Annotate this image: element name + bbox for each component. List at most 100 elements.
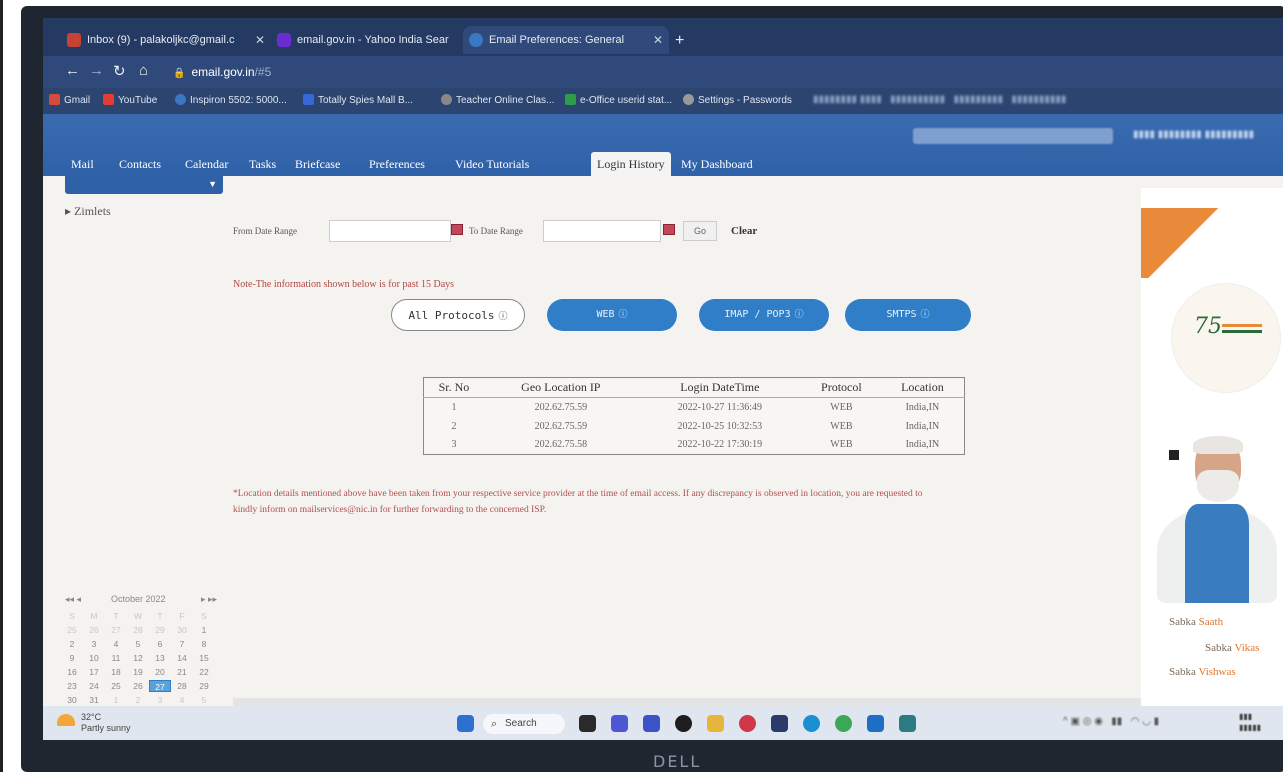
tab-login-history[interactable]: Login History [591,152,671,176]
calendar-day[interactable]: 12 [127,652,149,664]
calendar-day[interactable]: 4 [105,638,127,650]
calendar-day[interactable]: 6 [149,638,171,650]
taskbar-search[interactable]: ⌕ Search [483,714,565,734]
bookmark-settings[interactable]: Settings - Passwords [683,94,792,106]
file-explorer-icon[interactable] [579,715,596,732]
bookmark-teacher-online[interactable]: Teacher Online Clas... [441,94,554,106]
user-menu[interactable]: ▮▮▮▮ ▮▮▮▮▮▮▮▮ ▮▮▮▮▮▮▮▮▮ [1133,129,1254,140]
calendar-day[interactable]: 2 [61,638,83,650]
chat-icon[interactable] [611,715,628,732]
calendar-day[interactable]: 24 [83,680,105,692]
calendar-day[interactable]: 5 [127,638,149,650]
outlook-icon[interactable] [867,715,884,732]
calendar-day[interactable]: 23 [61,680,83,692]
next-month-icon[interactable]: ▸ ▸▸ [201,594,217,605]
close-tab-icon[interactable]: ✕ [653,26,663,54]
calendar-day[interactable]: 5 [193,694,215,706]
calendar-day[interactable]: 9 [61,652,83,664]
folder-icon[interactable] [707,715,724,732]
back-icon[interactable]: ← [65,62,80,79]
close-tab-icon[interactable]: ✕ [255,26,265,54]
calendar-day[interactable]: 25 [61,624,83,636]
calendar-day[interactable]: 3 [149,694,171,706]
calendar-day[interactable]: 2 [127,694,149,706]
calendar-day[interactable]: 29 [149,624,171,636]
calendar-day[interactable]: 1 [105,694,127,706]
header-search-field[interactable] [913,128,1113,144]
calendar-day[interactable]: 25 [105,680,127,692]
go-button[interactable]: Go [683,221,717,241]
calendar-day[interactable]: 28 [127,624,149,636]
tab-preferences[interactable]: Preferences [363,152,431,176]
from-date-input[interactable] [329,220,451,242]
address-bar[interactable]: 🔒 email.gov.in/#5 [173,65,271,79]
folder-dropdown[interactable]: ▼ [65,176,223,194]
calendar-day[interactable]: 17 [83,666,105,678]
calendar-day[interactable]: 7 [171,638,193,650]
tab-my-dashboard[interactable]: My Dashboard [675,152,759,176]
calendar-day[interactable]: 8 [193,638,215,650]
smtps-protocol-button[interactable]: SMTPS ⓘ [845,299,971,331]
bookmark-youtube[interactable]: YouTube [103,94,157,106]
reload-icon[interactable]: ↻ [113,62,126,80]
calendar-day[interactable]: 22 [193,666,215,678]
calendar-day[interactable]: 1 [193,624,215,636]
calendar-day[interactable]: 4 [171,694,193,706]
store-icon[interactable] [771,715,788,732]
tab-calendar[interactable]: Calendar [179,152,234,176]
calendar-day[interactable]: 3 [83,638,105,650]
calendar-icon[interactable] [451,224,463,235]
calendar-day[interactable]: 26 [83,624,105,636]
clear-link[interactable]: Clear [731,225,757,237]
calendar-day[interactable]: 19 [127,666,149,678]
tab-contacts[interactable]: Contacts [113,152,167,176]
weather-widget[interactable]: 32°C Partly sunny [57,712,131,734]
calendar-day[interactable]: 28 [171,680,193,692]
calendar-day[interactable]: 13 [149,652,171,664]
bookmark-eoffice[interactable]: e-Office userid stat... [565,94,672,106]
office-icon[interactable] [899,715,916,732]
system-tray[interactable]: ^ ▣ ◎ ◉ ▮▮ ◠ ◡ ▮ [1063,716,1159,727]
tab-gmail[interactable]: Inbox (9) - palakoljkc@gmail.c ✕ [61,26,271,54]
to-date-input[interactable] [543,220,661,242]
edge-icon[interactable] [803,715,820,732]
bookmark-gmail[interactable]: Gmail [49,94,90,106]
calendar-day[interactable]: 21 [171,666,193,678]
all-protocols-button[interactable]: All Protocols ⓘ [391,299,525,331]
calendar-day[interactable]: 29 [193,680,215,692]
system-clock[interactable]: ▮▮▮ ▮▮▮▮▮ [1239,711,1261,733]
imap-pop3-protocol-button[interactable]: IMAP / POP3 ⓘ [699,299,829,331]
media-icon[interactable] [675,715,692,732]
calendar-day[interactable]: 10 [83,652,105,664]
bookmark-inspiron[interactable]: Inspiron 5502: 5000... [175,94,287,106]
chrome-icon[interactable] [835,715,852,732]
new-tab-button[interactable]: + [675,32,684,50]
calendar-day[interactable]: 14 [171,652,193,664]
forward-icon[interactable]: → [89,62,104,79]
bookmark-totally-spies[interactable]: Totally Spies Mall B... [303,94,413,106]
calendar-day[interactable]: 31 [83,694,105,706]
teams-icon[interactable] [643,715,660,732]
calendar-day[interactable]: 30 [171,624,193,636]
tab-briefcase[interactable]: Briefcase [289,152,346,176]
calendar-day[interactable]: 15 [193,652,215,664]
paint-icon[interactable] [739,715,756,732]
calendar-day[interactable]: 18 [105,666,127,678]
windows-start-icon[interactable] [457,715,474,732]
calendar-day[interactable]: 27 [105,624,127,636]
calendar-day[interactable]: 11 [105,652,127,664]
calendar-day[interactable]: 20 [149,666,171,678]
calendar-day[interactable]: 26 [127,680,149,692]
prev-month-icon[interactable]: ◂◂ ◂ [65,594,81,605]
tab-yahoo[interactable]: email.gov.in - Yahoo India Sear ✕ [271,26,481,54]
calendar-day[interactable]: 16 [61,666,83,678]
home-icon[interactable]: ⌂ [139,62,148,79]
zimlets-tree[interactable]: ▸ Zimlets [65,204,111,219]
banner-toggle-button[interactable] [1169,450,1179,460]
tab-mail[interactable]: Mail [65,152,100,176]
web-protocol-button[interactable]: WEB ⓘ [547,299,677,331]
bookmark-blurred[interactable]: ▮▮▮▮▮▮▮▮ ▮▮▮▮ ▮▮▮▮▮▮▮▮▮▮ ▮▮▮▮▮▮▮▮▮ ▮▮▮▮▮… [813,94,1066,105]
tab-tasks[interactable]: Tasks [243,152,282,176]
tab-email-preferences[interactable]: Email Preferences: General ✕ [463,26,669,54]
horizontal-scrollbar[interactable] [233,698,1153,706]
